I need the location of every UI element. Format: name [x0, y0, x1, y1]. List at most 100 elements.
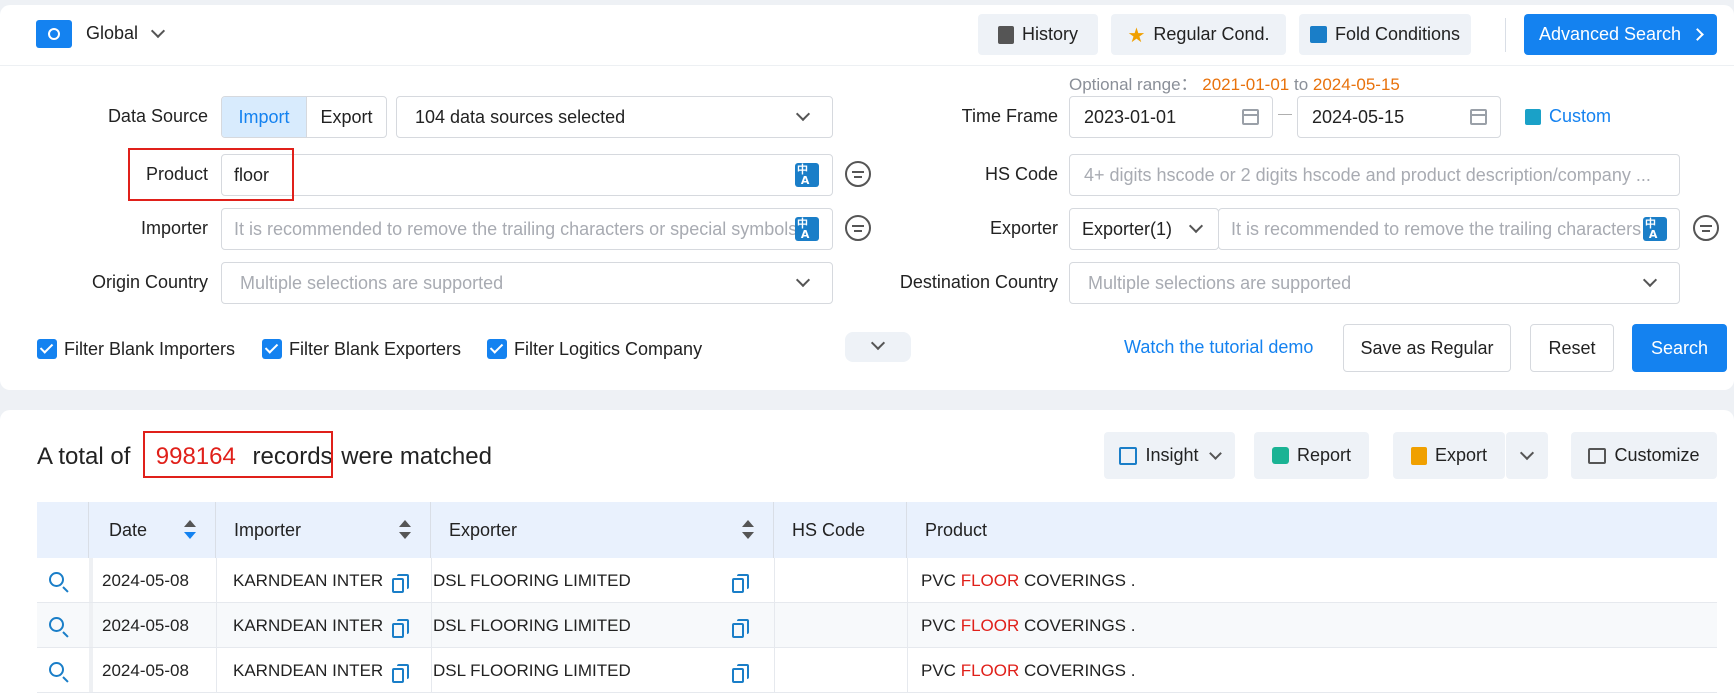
cell-date: 2024-05-08 [102, 661, 189, 680]
exporter-type-select[interactable]: Exporter(1) [1069, 208, 1219, 250]
copy-icon[interactable] [392, 664, 409, 683]
translate-icon[interactable]: 中 A [795, 217, 819, 241]
date-end-field[interactable]: 2024-05-15 [1297, 96, 1501, 138]
product-match: FLOOR [960, 616, 1020, 635]
sort-desc-icon[interactable] [399, 532, 411, 539]
scope-selector[interactable]: Global [36, 20, 176, 50]
history-button[interactable]: History [978, 14, 1098, 55]
column-date[interactable]: Date [89, 502, 216, 558]
save-regular-button[interactable]: Save as Regular [1343, 324, 1511, 372]
product-text: PVC [921, 571, 956, 590]
import-tab[interactable]: Import [222, 97, 306, 137]
checkbox-checked[interactable] [37, 339, 57, 359]
row-shadow [89, 648, 93, 692]
chevron-down-icon [795, 106, 811, 122]
column-exporter[interactable]: Exporter [431, 502, 774, 558]
column-product[interactable]: Product [907, 502, 1717, 558]
insight-icon [1119, 446, 1138, 465]
cell-importer[interactable]: KARNDEAN INTER [233, 661, 383, 681]
table-row[interactable]: 2024-05-08 KARNDEAN INTER DSL FLOORING L… [37, 558, 1717, 603]
hs-code-input[interactable]: 4+ digits hscode or 2 digits hscode and … [1069, 154, 1680, 196]
export-tab[interactable]: Export [306, 97, 386, 137]
customize-button[interactable]: Customize [1571, 432, 1717, 479]
calendar-icon [1242, 109, 1259, 125]
customize-icon [1588, 447, 1607, 464]
search-icon[interactable] [49, 572, 64, 587]
importer-input[interactable]: It is recommended to remove the trailing… [221, 208, 833, 250]
sort-asc-icon[interactable] [184, 520, 196, 527]
data-sources-value: 104 data sources selected [415, 106, 626, 127]
history-icon [997, 25, 1014, 44]
destination-country-select[interactable]: Multiple selections are supported [1069, 262, 1680, 304]
date-start-field[interactable]: 2023-01-01 [1069, 96, 1273, 138]
column-importer[interactable]: Importer [216, 502, 431, 558]
data-sources-select[interactable]: 104 data sources selected [396, 96, 833, 138]
product-input[interactable]: floor [221, 154, 833, 196]
regular-cond-label: Regular Cond. [1153, 24, 1270, 44]
report-button[interactable]: Report [1254, 432, 1369, 479]
chevron-down-icon [1188, 218, 1204, 234]
copy-icon[interactable] [732, 664, 749, 683]
insight-button[interactable]: Insight [1104, 432, 1235, 479]
hs-code-placeholder: 4+ digits hscode or 2 digits hscode and … [1084, 164, 1651, 185]
exporter-label: Exporter [989, 218, 1058, 238]
product-match: FLOOR [960, 571, 1020, 590]
insight-label: Insight [1145, 445, 1199, 465]
copy-icon[interactable] [732, 574, 749, 593]
results-table: Date Importer Exporter HS Code Product 2… [37, 502, 1717, 698]
fold-conditions-label: Fold Conditions [1334, 24, 1461, 44]
checkbox-checked[interactable] [262, 339, 282, 359]
fold-conditions-button[interactable]: Fold Conditions [1299, 14, 1471, 55]
filter-icon[interactable] [845, 215, 871, 241]
search-button[interactable]: Search [1632, 324, 1727, 372]
command-icon [1525, 108, 1541, 125]
sort-asc-icon[interactable] [399, 520, 411, 527]
advanced-search-button[interactable]: Advanced Search [1524, 14, 1717, 55]
optional-range-label: Optional range： [1069, 75, 1198, 94]
export-button[interactable]: Export [1393, 432, 1505, 479]
sort-asc-icon[interactable] [742, 520, 754, 527]
origin-country-select[interactable]: Multiple selections are supported [221, 262, 833, 304]
cell-exporter[interactable]: DSL FLOORING LIMITED [433, 571, 723, 591]
search-icon[interactable] [49, 617, 64, 632]
cell-date: 2024-05-08 [102, 571, 189, 590]
column-hs-code[interactable]: HS Code [774, 502, 907, 558]
origin-country-label: Origin Country [91, 272, 208, 292]
sort-desc-icon[interactable] [742, 532, 754, 539]
table-row[interactable]: 2024-05-08 KARNDEAN INTER DSL FLOORING L… [37, 603, 1717, 648]
row-shadow [89, 558, 93, 602]
results-prefix: A total of [37, 443, 131, 470]
expand-toggle[interactable] [845, 332, 911, 362]
export-dropdown-button[interactable] [1506, 432, 1548, 479]
exporter-input[interactable]: It is recommended to remove the trailing… [1218, 208, 1680, 250]
origin-country-placeholder: Multiple selections are supported [240, 272, 504, 293]
filter-icon[interactable] [1693, 215, 1719, 241]
count-highlight-box [143, 431, 333, 478]
tutorial-link[interactable]: Watch the tutorial demo [1124, 337, 1313, 358]
cell-exporter[interactable]: DSL FLOORING LIMITED [433, 661, 723, 681]
copy-icon[interactable] [392, 574, 409, 593]
custom-button[interactable]: Custom [1525, 106, 1611, 127]
translate-icon[interactable]: 中 A [795, 163, 819, 187]
translate-icon[interactable]: 中 A [1643, 217, 1667, 241]
product-text: COVERINGS . [1024, 661, 1136, 680]
copy-icon[interactable] [392, 619, 409, 638]
reset-button[interactable]: Reset [1530, 324, 1614, 372]
copy-icon[interactable] [732, 619, 749, 638]
cell-exporter[interactable]: DSL FLOORING LIMITED [433, 616, 723, 636]
product-match: FLOOR [960, 661, 1020, 680]
data-source-label: Data Source [107, 106, 208, 126]
sort-desc-icon[interactable] [184, 532, 196, 539]
regular-cond-button[interactable]: ★ Regular Cond. [1111, 14, 1286, 55]
cell-importer[interactable]: KARNDEAN INTER [233, 616, 383, 636]
row-shadow [89, 603, 93, 647]
table-row[interactable]: 2024-05-08 KARNDEAN INTER DSL FLOORING L… [37, 648, 1717, 693]
filter-icon[interactable] [845, 161, 871, 187]
search-icon[interactable] [49, 662, 64, 677]
star-icon: ★ [1127, 22, 1146, 47]
checkbox-checked[interactable] [487, 339, 507, 359]
importer-placeholder: It is recommended to remove the trailing… [234, 218, 798, 239]
cell-importer[interactable]: KARNDEAN INTER [233, 571, 383, 591]
filter-blank-importers-label: Filter Blank Importers [64, 339, 236, 359]
cell-product: PVC FLOOR COVERINGS . [921, 571, 1135, 591]
